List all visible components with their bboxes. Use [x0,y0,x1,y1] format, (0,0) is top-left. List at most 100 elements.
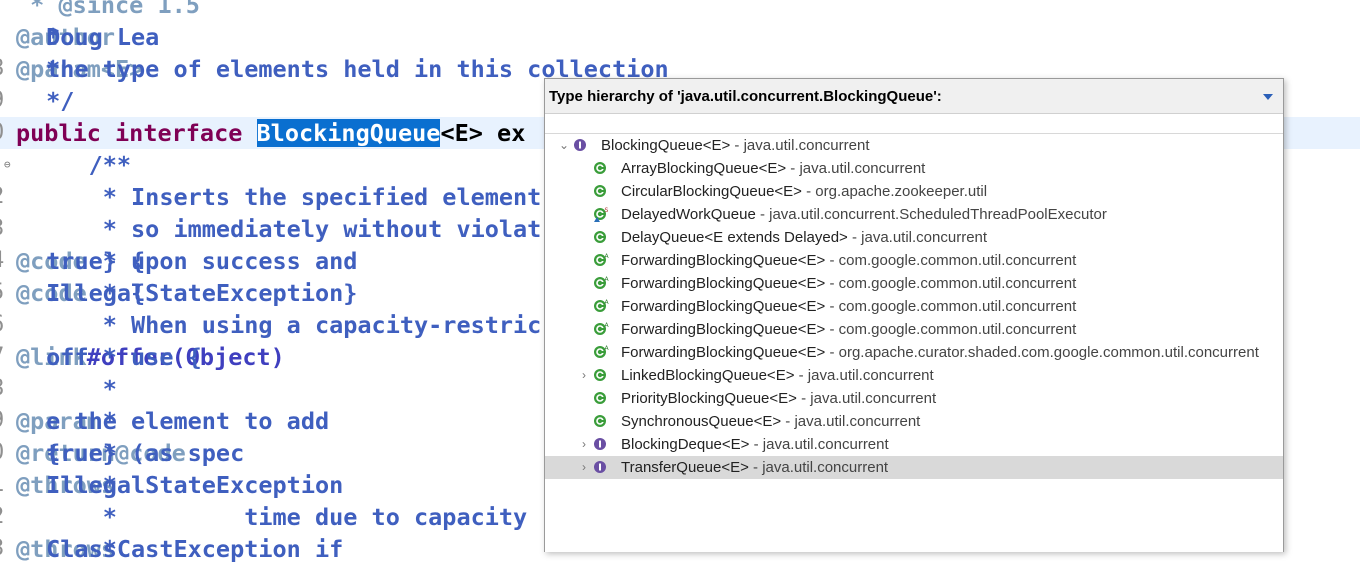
code-line[interactable]: * @since 1.5 [0,0,1360,21]
code-token: true} upon success and [32,247,358,275]
code-token: <E> ex [440,119,526,147]
line-number: 4 [0,245,11,277]
type-name: ForwardingBlockingQueue<E> [621,275,826,292]
abstract-class-icon: A [593,299,610,313]
code-text: public interface BlockingQueue<E> ex [16,117,525,149]
tree-item[interactable]: ArrayBlockingQueue<E> - java.util.concur… [545,157,1283,180]
tree-item[interactable]: A ForwardingBlockingQueue<E> - com.google… [545,295,1283,318]
code-text: * @author Doug Lea [16,21,159,53]
type-name: SynchronousQueue<E> [621,413,782,430]
code-token: /** [32,151,132,179]
code-text: * {@code IllegalStateException} [16,277,357,309]
code-token: Doug Lea [32,23,160,51]
package-name: - java.util.concurrent [796,390,937,407]
expand-down-icon[interactable]: ⌄ [557,134,571,157]
line-number: 0 [0,117,11,149]
svg-text:A: A [605,322,610,329]
expand-right-icon[interactable]: › [577,364,591,387]
interface-icon [593,437,607,451]
type-name: DelayQueue<E extends Delayed> [621,229,848,246]
line-number: 8 [0,373,11,405]
type-hierarchy-popup: Type hierarchy of 'java.util.concurrent.… [544,78,1284,552]
package-name: - com.google.common.util.concurrent [825,252,1077,269]
svg-text:S: S [605,207,609,214]
tree-item[interactable]: A ForwardingBlockingQueue<E> - org.apache… [545,341,1283,364]
package-name: - java.util.concurrent [749,436,889,453]
abstract-class-icon: A [593,345,610,359]
code-token: * @since 1.5 [16,0,200,19]
code-text: * @since 1.5 [16,0,200,21]
tree-item[interactable]: A ForwardingBlockingQueue<E> - com.google… [545,249,1283,272]
svg-text:A: A [605,253,610,260]
type-name: ForwardingBlockingQueue<E> [621,321,826,338]
package-name: - java.util.concurrent [730,137,870,154]
tree-item[interactable]: CircularBlockingQueue<E> - org.apache.zo… [545,180,1283,203]
tree-item[interactable]: S DelayedWorkQueue - java.util.concurrent… [545,203,1283,226]
code-token: */ [32,87,75,115]
code-token: * time due to capacity [32,503,528,531]
package-name: - com.google.common.util.concurrent [825,275,1077,292]
class-icon [593,368,607,382]
line-number: 3 [0,533,11,565]
package-name: - com.google.common.util.concurrent [825,321,1077,338]
code-text: * use {@link #offer(Object) off [16,341,285,373]
tree-item[interactable]: PriorityBlockingQueue<E> - java.util.con… [545,387,1283,410]
interface-icon [593,460,607,474]
type-name: ForwardingBlockingQueue<E> [621,298,826,315]
type-name: ForwardingBlockingQueue<E> [621,344,826,361]
tree-item[interactable]: › BlockingDeque<E> - java.util.concurrent [545,433,1283,456]
line-number: 2 [0,501,11,533]
type-name: DelayedWorkQueue [621,206,756,223]
abstract-class-icon: A [593,322,610,336]
abstract-class-icon: A [593,276,610,290]
abstract-class-icon: A [593,253,610,267]
package-name: - java.util.concurrent [786,160,926,177]
type-name: ForwardingBlockingQueue<E> [621,252,826,269]
static-nested-class-icon: S [593,207,609,222]
code-text: * @param <E> the type of elements held i… [16,53,669,85]
tree-item[interactable]: A ForwardingBlockingQueue<E> - com.google… [545,318,1283,341]
code-token: * so immediately without violat [32,215,542,243]
code-text: * @throws IllegalStateException [16,469,343,501]
line-number: 9 [0,405,11,437]
svg-text:A: A [605,299,610,306]
svg-text:A: A [605,276,610,283]
code-token: e the element to add [32,407,330,435]
selected-token: BlockingQueue [256,119,441,147]
tree-item[interactable]: ⌄ BlockingQueue<E> - java.util.concurrent [545,134,1283,157]
tree-item[interactable]: A ForwardingBlockingQueue<E> - com.google… [545,272,1283,295]
fold-toggle-icon[interactable]: ⊖ [4,149,11,181]
line-number: 2 [0,181,11,213]
line-number: 7 [0,341,11,373]
code-text: * {@code true} upon success and [16,245,357,277]
code-token: off [32,343,89,371]
type-name: CircularBlockingQueue<E> [621,183,802,200]
expand-right-icon[interactable]: › [577,433,591,456]
tree-item[interactable]: SynchronousQueue<E> - java.util.concurre… [545,410,1283,433]
code-token: IllegalStateException} [32,279,358,307]
package-name: - java.util.concurrent [748,459,889,476]
code-token: * Inserts the specified element [32,183,542,211]
filter-input[interactable] [545,114,1283,134]
package-name: - java.util.concurrent [781,413,921,430]
code-token: public interface [16,119,257,147]
code-line[interactable]: * @author Doug Lea [0,21,1360,53]
popup-title: Type hierarchy of 'java.util.concurrent.… [549,88,942,105]
chevron-down-icon[interactable] [1261,90,1275,102]
tree-item[interactable]: › TransferQueue<E> - java.util.concurrent [545,456,1283,479]
tree-item[interactable]: DelayQueue<E extends Delayed> - java.uti… [545,226,1283,249]
expand-right-icon[interactable]: › [577,456,591,479]
type-name: BlockingQueue<E> [601,137,731,154]
line-number: 9 [0,85,11,117]
code-token: * [32,375,117,403]
line-number: 6 [0,309,11,341]
package-name: - java.util.concurrent.ScheduledThreadPo… [755,206,1107,223]
tree-item[interactable]: › LinkedBlockingQueue<E> - java.util.conc… [545,364,1283,387]
class-icon [593,414,607,428]
class-icon [593,230,607,244]
popup-header: Type hierarchy of 'java.util.concurrent.… [545,79,1283,114]
class-icon [593,391,607,405]
line-number: 1 [0,469,11,501]
class-icon [593,161,607,175]
package-name: - java.util.concurrent [847,229,988,246]
